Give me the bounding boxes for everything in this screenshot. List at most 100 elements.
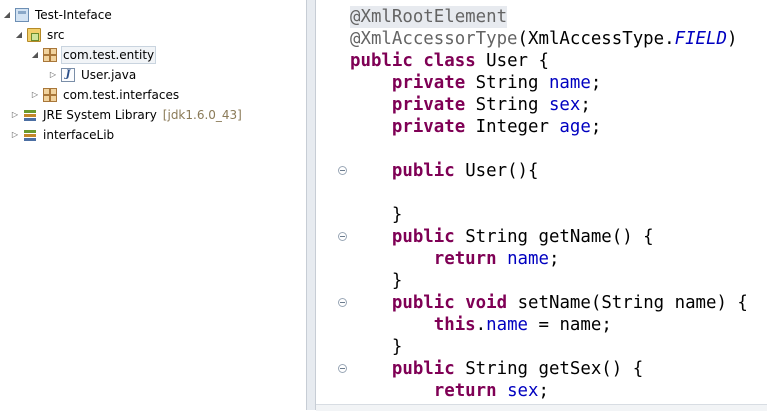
code-token: public [391, 293, 455, 313]
code-token: } [350, 205, 403, 225]
editor-ruler [316, 0, 347, 410]
code-token: private [391, 73, 466, 93]
expanded-arrow-icon[interactable]: ◢ [30, 45, 40, 65]
tree-item-label: com.test.entity [61, 46, 157, 64]
java-file-icon: J [61, 68, 75, 82]
code-line[interactable]: this.name = name; [350, 314, 748, 336]
code-token: public [391, 161, 455, 181]
source-folder-icon [27, 28, 41, 42]
code-token: public [350, 51, 413, 71]
code-line[interactable]: } [350, 270, 748, 292]
code-token: ; [590, 117, 602, 137]
tree-item-user-java[interactable]: ▷ J User.java [48, 65, 138, 85]
code-token: public [391, 359, 455, 379]
code-line[interactable]: public class User { [350, 50, 748, 72]
code-token: String [465, 95, 549, 115]
fold-toggle-icon[interactable] [338, 364, 347, 373]
tree-item-package-interfaces[interactable]: ▷ com.test.interfaces [30, 85, 181, 105]
code-token: = name; [528, 315, 612, 335]
code-line[interactable]: @XmlRootElement [350, 6, 508, 28]
code-token: @XmlRootElement [350, 7, 508, 27]
code-token: } [350, 271, 403, 291]
tree-item-package-entity[interactable]: ◢ com.test.entity [30, 45, 157, 65]
code-line[interactable]: public void setName(String name) { [350, 292, 748, 314]
code-token: Integer [465, 117, 560, 137]
package-icon [43, 88, 57, 102]
code-token: ; [548, 249, 560, 269]
code-editor[interactable]: @XmlRootElement @XmlAccessorType(XmlAcces… [316, 0, 767, 410]
code-line[interactable]: return sex; [350, 380, 748, 402]
code-token: sex [507, 381, 539, 401]
code-token: private [391, 117, 466, 137]
tree-item-src[interactable]: ◢ src [14, 25, 67, 45]
project-icon [15, 8, 29, 22]
code-token: FIELD [674, 29, 727, 49]
code-line[interactable]: @XmlAccessorType(XmlAccessType.FIELD) [350, 28, 748, 50]
code-line[interactable]: } [350, 336, 748, 358]
code-line[interactable]: private Integer age; [350, 116, 748, 138]
tree-item-project[interactable]: ◢ Test-Inteface [2, 5, 114, 25]
panel-splitter[interactable] [306, 0, 316, 410]
code-token: ; [580, 95, 591, 115]
package-icon [43, 48, 57, 62]
code-line[interactable]: } [350, 204, 748, 226]
library-icon [23, 128, 37, 142]
code-token: return [433, 249, 497, 269]
code-token: age [559, 117, 591, 137]
collapsed-arrow-icon[interactable]: ▷ [48, 65, 58, 85]
code-token: setName(String name) { [507, 293, 748, 313]
tree-item-interface-lib[interactable]: ▷ interfaceLib [10, 125, 116, 145]
tree-item-label: JRE System Library [43, 108, 157, 122]
code-token: name [486, 315, 529, 335]
fold-toggle-icon[interactable] [338, 232, 347, 241]
code-line[interactable]: ​ [350, 138, 748, 160]
code-token: ; [590, 73, 602, 93]
tree-item-label: User.java [81, 68, 137, 82]
expanded-arrow-icon[interactable]: ◢ [2, 5, 12, 25]
code-token: User(){ [454, 161, 539, 181]
collapsed-arrow-icon[interactable]: ▷ [10, 105, 20, 125]
code-area[interactable]: @XmlRootElement @XmlAccessorType(XmlAcces… [350, 6, 748, 402]
code-line[interactable]: public String getSex() { [350, 358, 748, 380]
fold-toggle-icon[interactable] [338, 298, 347, 307]
code-token: String getSex() { [454, 359, 644, 379]
code-line[interactable]: public String getName() { [350, 226, 748, 248]
tree-item-label: src [47, 28, 65, 42]
code-token: void [465, 293, 508, 313]
code-token: String [465, 73, 549, 93]
code-token: name [507, 249, 549, 269]
code-token: String getName() { [454, 227, 654, 247]
tree-item-label: com.test.interfaces [63, 88, 180, 102]
code-line[interactable]: ​ [350, 182, 748, 204]
code-token: public [391, 227, 455, 247]
code-token: sex [548, 95, 581, 115]
tree-item-label: Test-Inteface [35, 8, 112, 22]
collapsed-arrow-icon[interactable]: ▷ [30, 85, 40, 105]
expanded-arrow-icon[interactable]: ◢ [14, 25, 24, 45]
jre-version-label: [jdk1.6.0_43] [162, 108, 242, 122]
code-line[interactable]: private String name; [350, 72, 748, 94]
code-token: (XmlAccessType. [517, 29, 675, 49]
tree-item-label: interfaceLib [43, 128, 115, 142]
code-line[interactable]: public User(){ [350, 160, 748, 182]
fold-toggle-icon[interactable] [338, 166, 347, 175]
code-line[interactable]: return name; [350, 248, 748, 270]
code-line[interactable]: private String sex; [350, 94, 748, 116]
tree-item-jre-library[interactable]: ▷ JRE System Library [jdk1.6.0_43] [10, 105, 242, 125]
code-token: User { [475, 51, 549, 71]
collapsed-arrow-icon[interactable]: ▷ [10, 125, 20, 145]
code-token: ) [726, 29, 738, 49]
